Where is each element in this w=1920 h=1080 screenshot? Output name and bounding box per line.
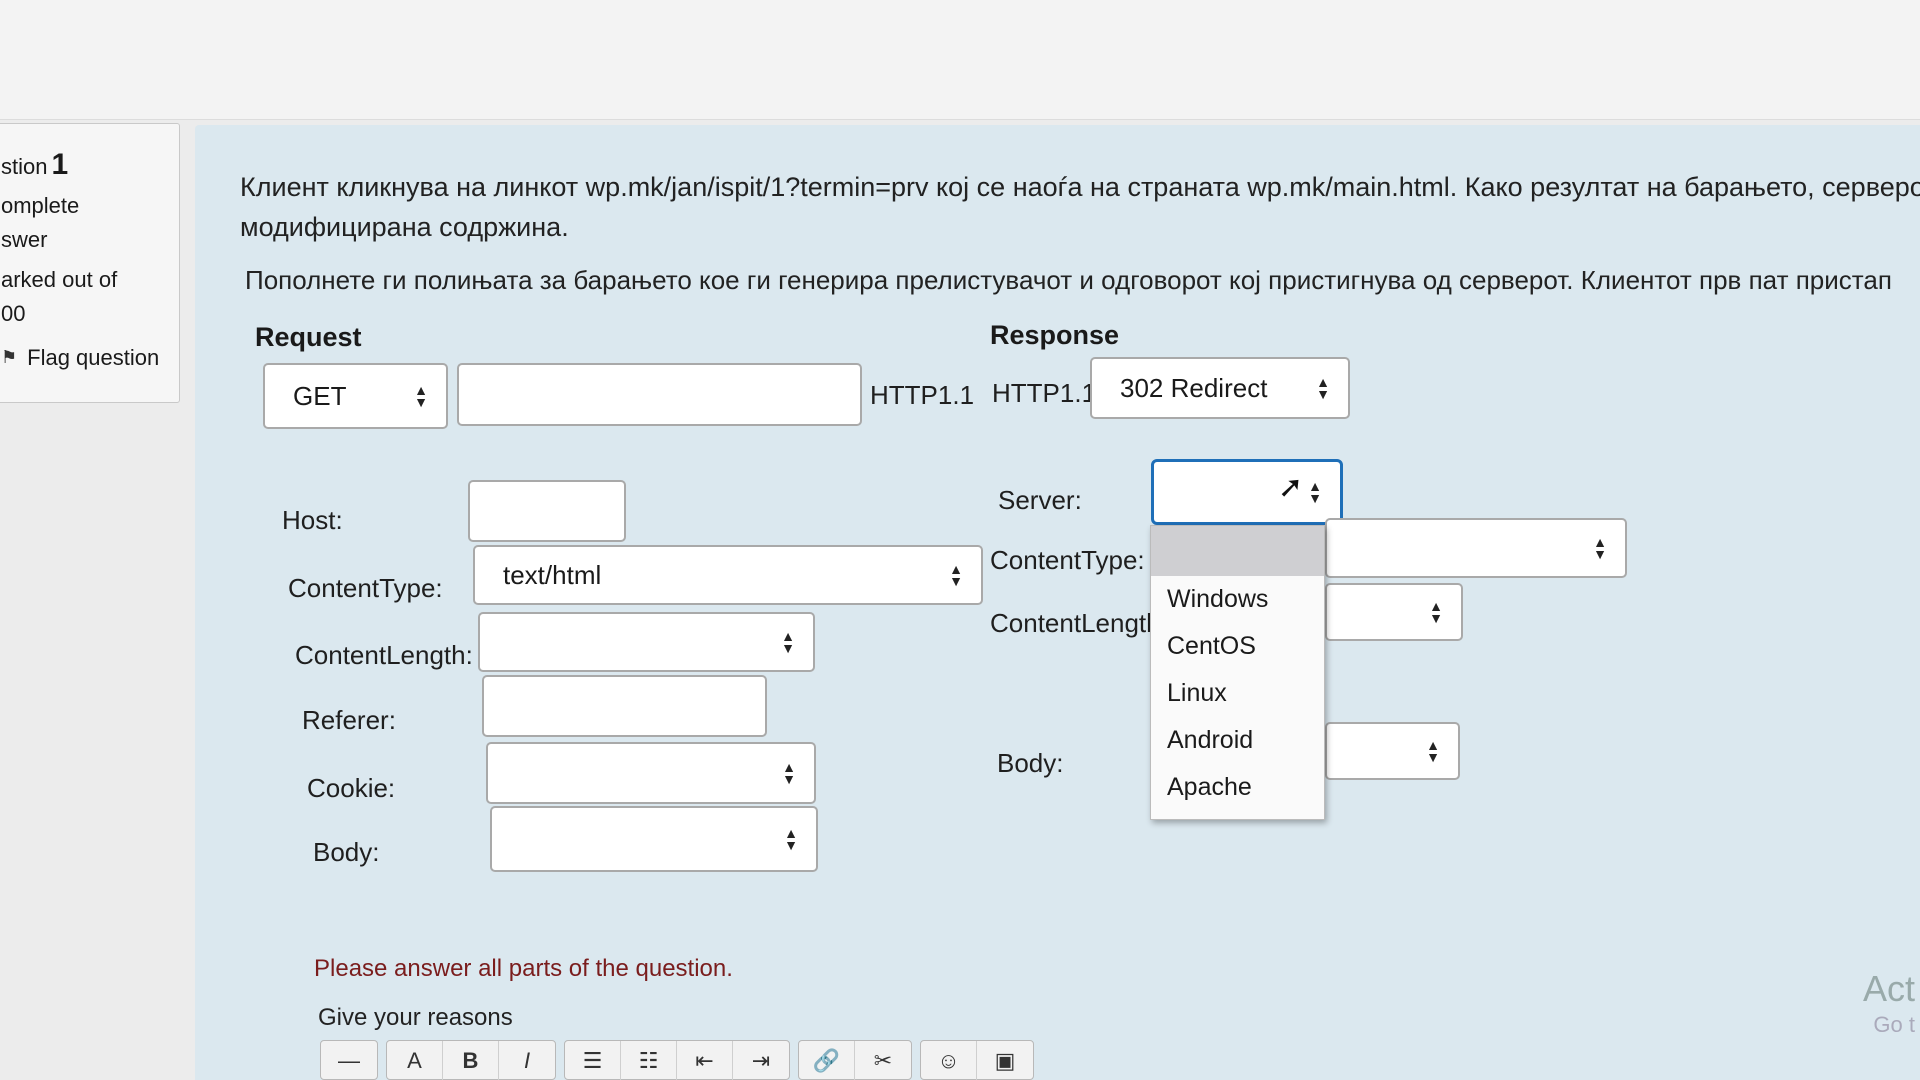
validation-message: Please answer all parts of the question. — [314, 955, 733, 982]
response-status-select[interactable]: 302 Redirect ▲ ▼ — [1090, 357, 1350, 419]
marks-value: 00 — [1, 300, 26, 326]
server-option-blank[interactable] — [1151, 526, 1324, 576]
question-text-line1: Клиент кликнува на линкот wp.mk/jan/ispi… — [240, 172, 1920, 202]
response-protocol: HTTP1.1 — [992, 378, 1097, 408]
emoji-button[interactable]: ☺ — [921, 1041, 977, 1080]
unordered-list-icon: ☰ — [582, 1048, 603, 1073]
question-content-panel: Клиент кликнува на линкот wp.mk/jan/ispi… — [195, 125, 1920, 1080]
link-button[interactable]: 🔗 — [799, 1041, 855, 1080]
editor-toolbar: — A B I ☰ ☷ ⇤ ⇥ 🔗 ✂ ☺ ▣ — [320, 1040, 1034, 1080]
toolbar-group-media: ☺ ▣ — [920, 1040, 1034, 1080]
bold-icon: B — [462, 1048, 479, 1073]
emoji-icon: ☺ — [937, 1048, 960, 1073]
response-heading: Response — [990, 320, 1120, 350]
flag-question-label: Flag question — [27, 344, 160, 370]
request-protocol: HTTP1.1 — [870, 380, 975, 410]
response-content-length-label: ContentLength — [990, 608, 1161, 638]
request-body-label: Body: — [313, 837, 380, 867]
server-option-apache[interactable]: Apache — [1151, 764, 1324, 811]
cookie-select[interactable]: ▲ ▼ — [486, 742, 816, 804]
request-content-type-value: text/html — [503, 559, 602, 590]
request-method-value: GET — [293, 380, 347, 411]
question-text-line2: модифицирана содржина. — [240, 212, 569, 242]
response-content-type-label: ContentType: — [990, 545, 1145, 575]
windows-activation-subtext: Go t — [1873, 1012, 1915, 1037]
question-label: stion — [1, 154, 48, 179]
top-bar — [0, 0, 1920, 120]
server-select[interactable]: ▲ ▼ — [1151, 459, 1343, 525]
request-content-length-label: ContentLength: — [295, 640, 473, 670]
indent-icon: ⇥ — [751, 1048, 771, 1073]
server-option-windows[interactable]: Windows — [1151, 576, 1324, 623]
ordered-list-icon: ☷ — [638, 1048, 659, 1073]
reasons-label: Give your reasons — [318, 1004, 513, 1031]
indent-button[interactable]: ⇥ — [733, 1041, 789, 1080]
host-input[interactable] — [468, 480, 626, 542]
bold-button[interactable]: B — [443, 1041, 499, 1080]
select-arrows-icon: ▲ ▼ — [1593, 534, 1607, 562]
font-style-icon: A — [407, 1048, 422, 1073]
unlink-button[interactable]: ✂ — [855, 1041, 911, 1080]
question-number-line: stion 1 — [1, 142, 179, 189]
server-option-centos[interactable]: CentOS — [1151, 623, 1324, 670]
toolbar-group-links: 🔗 ✂ — [798, 1040, 912, 1080]
link-icon: 🔗 — [812, 1048, 841, 1073]
italic-button[interactable]: I — [499, 1041, 555, 1080]
outdent-button[interactable]: ⇤ — [677, 1041, 733, 1080]
select-arrows-icon: ▲ ▼ — [784, 825, 798, 853]
server-dropdown-menu: Windows CentOS Linux Android Apache — [1150, 525, 1325, 820]
select-arrows-icon: ▲ ▼ — [781, 628, 795, 656]
image-icon: ▣ — [994, 1048, 1016, 1073]
collapse-toolbar-button[interactable]: — — [321, 1041, 377, 1080]
request-content-type-select[interactable]: text/html ▲ ▼ — [473, 545, 983, 605]
select-arrows-icon: ▲ ▼ — [1316, 374, 1330, 402]
question-instruction: Пополнете ги полињата за барањето кое ги… — [245, 265, 1892, 295]
request-content-type-label: ContentType: — [288, 573, 443, 603]
unlink-icon: ✂ — [873, 1048, 893, 1073]
select-arrows-icon: ▲ ▼ — [414, 382, 428, 410]
flag-question-button[interactable]: ⚑ Flag question — [1, 341, 179, 375]
question-info-panel: stion 1 omplete swer arked out of 00 ⚑ Fl… — [0, 123, 180, 403]
request-heading: Request — [255, 322, 362, 352]
referer-label: Referer: — [302, 705, 396, 735]
select-arrows-icon: ▲ ▼ — [782, 759, 796, 787]
server-label: Server: — [998, 485, 1082, 515]
outdent-icon: ⇤ — [695, 1048, 714, 1073]
mouse-cursor-icon: ➚ — [1278, 471, 1304, 504]
request-content-length-select[interactable]: ▲ ▼ — [478, 612, 815, 672]
select-arrows-icon: ▲ ▼ — [949, 561, 963, 589]
toolbar-group-lists: ☰ ☷ ⇤ ⇥ — [564, 1040, 790, 1080]
response-body-select[interactable]: ▲ ▼ — [1325, 722, 1460, 780]
question-answer-status: swer — [1, 226, 48, 252]
response-status-value: 302 Redirect — [1120, 372, 1268, 403]
ordered-list-button[interactable]: ☷ — [621, 1041, 677, 1080]
italic-icon: I — [523, 1048, 531, 1073]
response-content-type-select[interactable]: ▲ ▼ — [1325, 518, 1627, 578]
select-arrows-icon: ▲ ▼ — [1429, 598, 1443, 626]
select-arrows-icon: ▲ ▼ — [1426, 737, 1440, 765]
paragraph-style-button[interactable]: A — [387, 1041, 443, 1080]
request-method-select[interactable]: GET ▲ ▼ — [263, 363, 448, 429]
question-text: Клиент кликнува на линкот wp.mk/jan/ispi… — [240, 167, 1920, 247]
flag-icon: ⚑ — [1, 346, 18, 367]
request-url-input[interactable] — [457, 363, 862, 426]
image-button[interactable]: ▣ — [977, 1041, 1033, 1080]
response-content-length-select[interactable]: ▲ ▼ — [1325, 583, 1463, 641]
response-body-label: Body: — [997, 748, 1064, 778]
question-number: 1 — [51, 148, 69, 181]
request-body-select[interactable]: ▲ ▼ — [490, 806, 818, 872]
host-label: Host: — [282, 505, 343, 535]
question-status: omplete — [1, 192, 80, 218]
windows-activation-watermark: Act — [1862, 968, 1915, 1009]
toolbar-group-style: A B I — [386, 1040, 556, 1080]
toolbar-group-format: — — [320, 1040, 378, 1080]
server-option-linux[interactable]: Linux — [1151, 670, 1324, 717]
server-option-android[interactable]: Android — [1151, 717, 1324, 764]
cookie-label: Cookie: — [307, 773, 396, 803]
collapse-icon: — — [338, 1048, 360, 1073]
marked-out-of-label: arked out of — [1, 266, 118, 292]
select-arrows-icon: ▲ ▼ — [1308, 478, 1322, 506]
unordered-list-button[interactable]: ☰ — [565, 1041, 621, 1080]
referer-input[interactable] — [482, 675, 767, 737]
